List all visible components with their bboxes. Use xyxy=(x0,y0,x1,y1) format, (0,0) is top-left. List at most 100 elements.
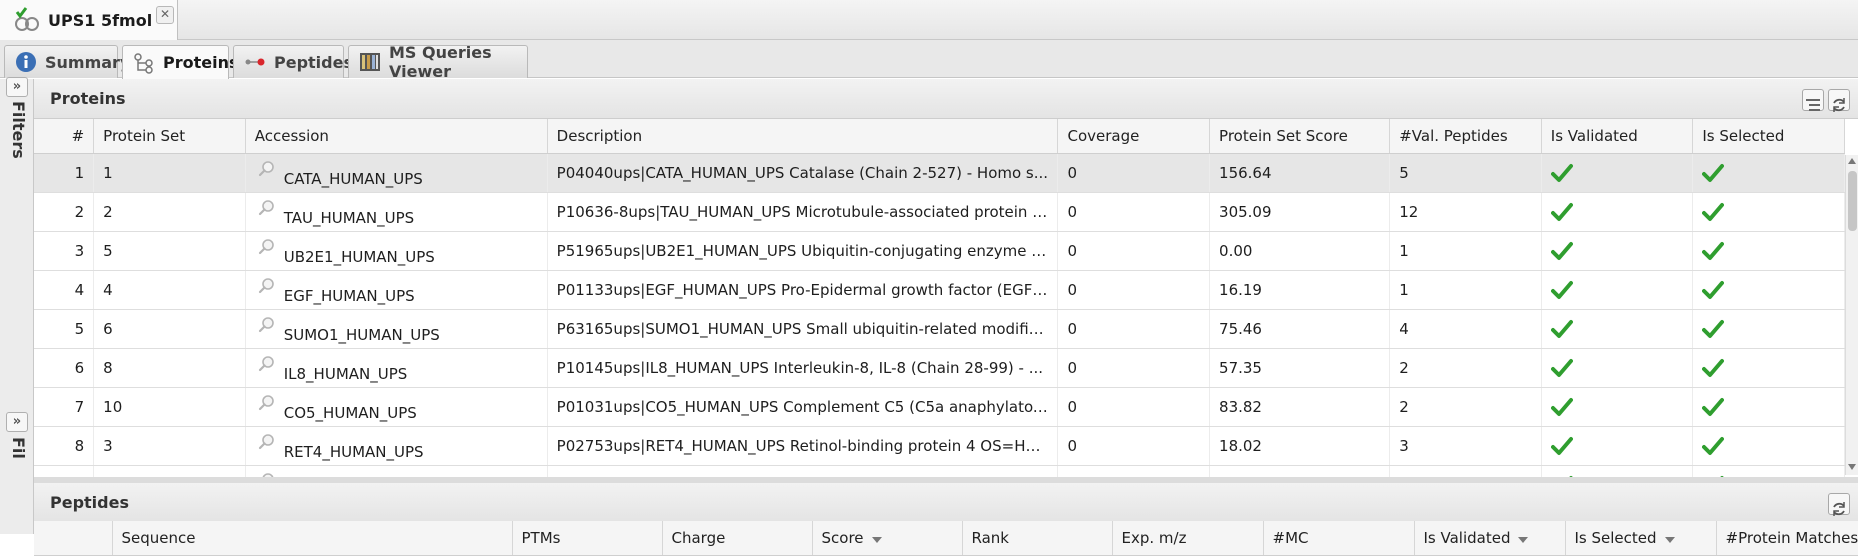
is-selected-cell[interactable] xyxy=(1692,192,1845,232)
col-header-description[interactable]: Description xyxy=(547,119,1059,154)
is-selected-cell[interactable] xyxy=(1692,270,1845,310)
tab-summary-label: Summary xyxy=(45,52,131,72)
close-icon[interactable]: ✕ xyxy=(156,6,174,24)
is-selected-cell[interactable] xyxy=(1692,309,1845,349)
col-header-is-selected[interactable]: Is Selected xyxy=(1692,119,1845,154)
magnifier-icon[interactable] xyxy=(258,394,276,412)
is-selected-cell[interactable] xyxy=(1692,153,1845,193)
accession-cell[interactable]: IL8_HUMAN_UPS xyxy=(245,348,548,388)
table-row[interactable]: 5 6 SUMO1_HUMAN_UPS P63165ups|SUMO1_HUMAN_U… xyxy=(34,309,1845,349)
is-selected-cell[interactable] xyxy=(1692,231,1845,271)
proteins-panel-title: Proteins xyxy=(50,89,126,108)
tab-proteins[interactable]: Proteins xyxy=(122,45,239,79)
peptide-filters-vertical-label[interactable]: Fil xyxy=(9,437,28,459)
magnifier-icon[interactable] xyxy=(258,160,276,178)
col-header-ptms[interactable]: PTMs xyxy=(512,521,663,556)
col-header-score[interactable]: Score xyxy=(812,521,963,556)
col-header-index[interactable]: # xyxy=(34,119,95,154)
col-header-pep-is-validated[interactable]: Is Validated xyxy=(1414,521,1566,556)
accession-cell[interactable]: UB2E1_HUMAN_UPS xyxy=(245,231,548,271)
peptides-panel-title: Peptides xyxy=(50,493,129,512)
proteins-table: # Protein Set Accession Description Cove… xyxy=(34,119,1845,505)
magnifier-icon[interactable] xyxy=(258,277,276,295)
col-header-sequence[interactable]: Sequence xyxy=(112,521,513,556)
col-header-pep-is-selected[interactable]: Is Selected xyxy=(1565,521,1717,556)
col-header-exp-mz[interactable]: Exp. m/z xyxy=(1112,521,1264,556)
val-peptides-cell: 4 xyxy=(1389,309,1542,349)
col-header-is-validated[interactable]: Is Validated xyxy=(1541,119,1694,154)
peptides-refresh-icon[interactable] xyxy=(1828,493,1850,516)
is-validated-cell xyxy=(1541,309,1694,349)
is-validated-cell xyxy=(1541,153,1694,193)
magnifier-icon[interactable] xyxy=(258,316,276,334)
magnifier-icon[interactable] xyxy=(258,238,276,256)
table-row[interactable]: 8 3 RET4_HUMAN_UPS P02753ups|RET4_HUMAN_UPS… xyxy=(34,426,1845,466)
peptides-panel-header: Peptides xyxy=(34,483,1858,523)
table-row[interactable]: 3 5 UB2E1_HUMAN_UPS P51965ups|UB2E1_HUMAN_U… xyxy=(34,231,1845,271)
check-icon xyxy=(1702,202,1725,222)
refresh-icon[interactable] xyxy=(1828,89,1850,112)
accession-cell[interactable]: EGF_HUMAN_UPS xyxy=(245,270,548,310)
table-row[interactable]: 7 10 CO5_HUMAN_UPS P01031ups|CO5_HUMAN_UPS … xyxy=(34,387,1845,427)
accession-text: TAU_HUMAN_UPS xyxy=(283,208,415,227)
doc-tab-ups1[interactable]: UPS1 5fmol ✕ xyxy=(0,0,178,40)
row-index: 2 xyxy=(34,192,95,232)
is-validated-cell xyxy=(1541,270,1694,310)
accession-cell[interactable]: CO5_HUMAN_UPS xyxy=(245,387,548,427)
is-validated-cell xyxy=(1541,192,1694,232)
val-peptides-cell: 2 xyxy=(1389,387,1542,427)
scroll-up-icon[interactable] xyxy=(1848,158,1856,164)
col-header-protein-matches[interactable]: #Protein Matches xyxy=(1716,521,1858,556)
protein-set-cell: 10 xyxy=(93,387,246,427)
magnifier-icon[interactable] xyxy=(258,199,276,217)
accession-text: IL8_HUMAN_UPS xyxy=(283,364,408,383)
is-selected-cell[interactable] xyxy=(1692,426,1845,466)
col-header-coverage[interactable]: Coverage xyxy=(1057,119,1211,154)
filter-arrow-icon xyxy=(1664,536,1675,543)
proteins-panel-header: Proteins xyxy=(34,79,1858,119)
tab-peptides[interactable]: Peptides xyxy=(233,45,353,78)
is-selected-cell[interactable] xyxy=(1692,348,1845,388)
description-cell: P63165ups|SUMO1_HUMAN_UPS Small ubiquiti… xyxy=(547,309,1059,349)
table-row[interactable]: 6 8 IL8_HUMAN_UPS P10145ups|IL8_HUMAN_UPS I… xyxy=(34,348,1845,388)
protein-set-cell: 3 xyxy=(93,426,246,466)
accession-cell[interactable]: SUMO1_HUMAN_UPS xyxy=(245,309,548,349)
scroll-thumb[interactable] xyxy=(1848,171,1857,231)
coverage-cell: 0 xyxy=(1057,231,1211,271)
peptide-icon xyxy=(244,51,266,73)
accession-cell[interactable]: TAU_HUMAN_UPS xyxy=(245,192,548,232)
col-header-protein-set[interactable]: Protein Set xyxy=(93,119,246,154)
col-header-charge[interactable]: Charge xyxy=(662,521,813,556)
column-settings-icon[interactable] xyxy=(1802,89,1824,111)
is-validated-cell xyxy=(1541,231,1694,271)
accession-cell[interactable]: CATA_HUMAN_UPS xyxy=(245,153,548,193)
check-icon xyxy=(1550,202,1573,222)
magnifier-icon[interactable] xyxy=(258,355,276,373)
proteins-vertical-scrollbar[interactable] xyxy=(1845,155,1858,475)
col-header-val-peptides[interactable]: #Val. Peptides xyxy=(1389,119,1542,154)
tab-summary[interactable]: Summary xyxy=(4,45,130,78)
tab-ms-queries[interactable]: MS Queries Viewer xyxy=(348,43,528,81)
accession-cell[interactable]: RET4_HUMAN_UPS xyxy=(245,426,548,466)
score-cell: 156.64 xyxy=(1209,153,1391,193)
table-row[interactable]: 1 1 CATA_HUMAN_UPS P04040ups|CATA_HUMAN_UPS… xyxy=(34,153,1845,193)
filters-vertical-label[interactable]: Filters xyxy=(9,101,28,159)
magnifier-icon[interactable] xyxy=(258,433,276,451)
expand-filters-button[interactable]: » xyxy=(6,77,28,97)
is-validated-cell xyxy=(1541,348,1694,388)
check-icon xyxy=(1550,319,1573,339)
table-row[interactable]: 2 2 TAU_HUMAN_UPS P10636-8ups|TAU_HUMAN_UPS… xyxy=(34,192,1845,232)
col-header-protein-set-score[interactable]: Protein Set Score xyxy=(1209,119,1391,154)
expand-peptide-filters-button[interactable]: » xyxy=(6,412,28,432)
accession-text: CATA_HUMAN_UPS xyxy=(283,169,423,188)
scroll-down-icon[interactable] xyxy=(1848,464,1856,470)
table-row[interactable]: 4 4 EGF_HUMAN_UPS P01133ups|EGF_HUMAN_UPS P… xyxy=(34,270,1845,310)
score-cell: 0.00 xyxy=(1209,231,1391,271)
col-header-accession[interactable]: Accession xyxy=(245,119,548,154)
is-selected-cell[interactable] xyxy=(1692,387,1845,427)
check-icon xyxy=(1702,163,1725,183)
col-header-pep-index[interactable] xyxy=(34,521,113,556)
col-header-mc[interactable]: #MC xyxy=(1263,521,1415,556)
col-header-rank[interactable]: Rank xyxy=(962,521,1113,556)
filter-arrow-icon xyxy=(1518,536,1529,543)
